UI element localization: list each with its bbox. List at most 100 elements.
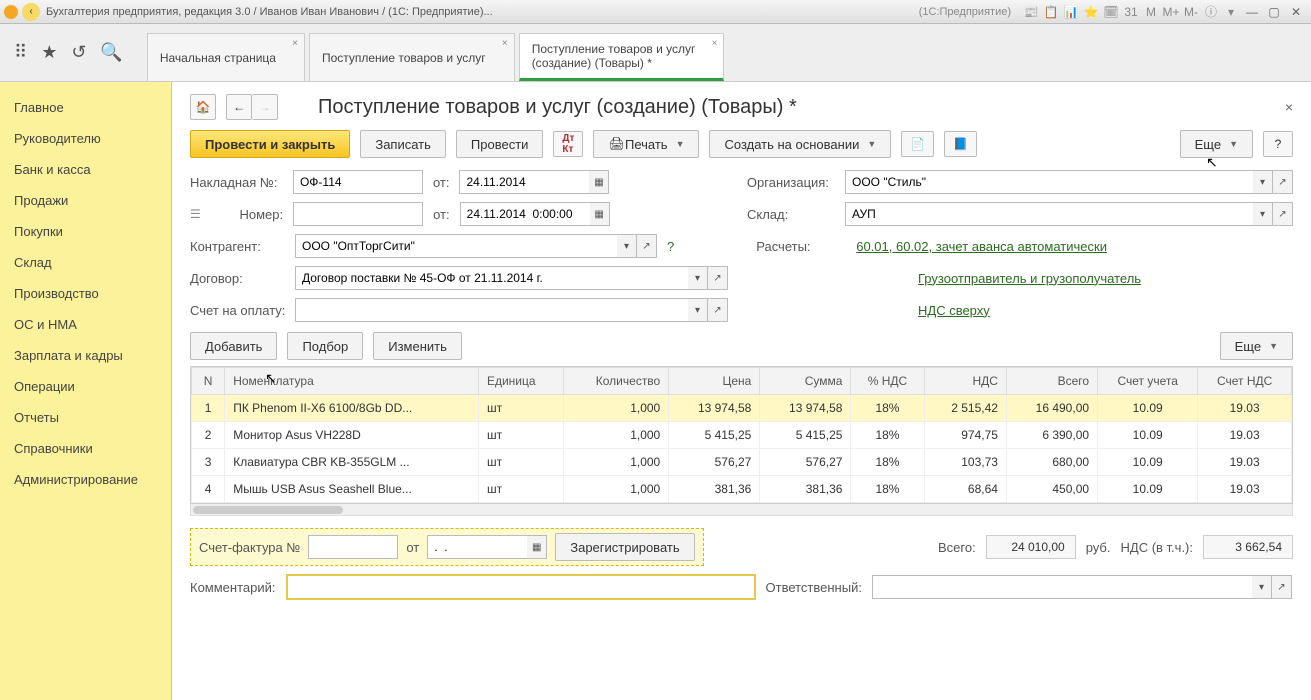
tab[interactable]: Поступление товаров и услуг× [309,33,515,81]
minimize-icon[interactable]: — [1241,4,1263,20]
column-header[interactable]: Номенклатура [225,368,479,395]
open-icon[interactable]: ↗ [708,266,728,290]
edit-button[interactable]: Изменить [373,332,462,360]
table-cell[interactable]: 974,75 [924,422,1006,449]
sidebar-item[interactable]: Администрирование [0,464,171,495]
table-row[interactable]: 2Монитор Asus VH228Dшт1,0005 415,255 415… [192,422,1292,449]
column-header[interactable]: Цена [669,368,760,395]
column-header[interactable]: НДС [924,368,1006,395]
calc-link[interactable]: 60.01, 60.02, зачет аванса автоматически [856,239,1107,254]
sidebar-item[interactable]: Зарплата и кадры [0,340,171,371]
toolbar-icon[interactable]: ⓘ [1203,3,1219,19]
sidebar-item[interactable]: Покупки [0,216,171,247]
h-scrollbar[interactable] [190,504,1293,516]
tab-close-icon[interactable]: × [502,38,508,49]
shipper-consignee-link[interactable]: Грузоотправитель и грузополучатель [918,271,1141,286]
calendar-icon[interactable]: ▦ [590,202,610,226]
contract-input[interactable] [295,266,688,290]
page-close-button[interactable]: × [1285,99,1293,115]
table-cell[interactable]: 381,36 [760,476,851,503]
table-cell[interactable]: 2 515,42 [924,395,1006,422]
table-cell[interactable]: 19.03 [1198,476,1292,503]
table-cell[interactable]: ПК Phenom II-X6 6100/8Gb DD... [225,395,479,422]
dt-kt-button[interactable]: ДтКт [553,131,583,157]
sf-date-input[interactable] [427,535,527,559]
toolbar-icon[interactable]: 📊 [1063,4,1079,20]
vat-above-link[interactable]: НДС сверху [918,303,990,318]
tab[interactable]: Начальная страница× [147,33,305,81]
register-button[interactable]: Зарегистрировать [555,533,694,561]
table-cell[interactable]: 1,000 [563,476,668,503]
topbar-icon[interactable]: 🔍 [100,42,122,63]
table-cell[interactable]: шт [478,476,563,503]
post-button[interactable]: Провести [456,130,544,158]
open-icon[interactable]: ↗ [1273,202,1293,226]
table-cell[interactable]: 5 415,25 [669,422,760,449]
sidebar-item[interactable]: Отчеты [0,402,171,433]
topbar-icon[interactable]: ↺ [71,42,86,63]
dropdown-icon[interactable]: ▾ [1253,170,1273,194]
post-and-close-button[interactable]: Провести и закрыть [190,130,350,158]
table-cell[interactable]: 1,000 [563,422,668,449]
toolbar-icon[interactable]: 📋 [1043,4,1059,20]
table-cell[interactable]: 19.03 [1198,422,1292,449]
table-cell[interactable]: 1 [192,395,225,422]
calendar-icon[interactable]: ▦ [527,535,547,559]
table-cell[interactable]: шт [478,395,563,422]
column-header[interactable]: Единица [478,368,563,395]
table-cell[interactable]: 10.09 [1098,476,1198,503]
invoice-for-payment-input[interactable] [295,298,688,322]
scrollbar-thumb[interactable] [193,506,343,514]
table-cell[interactable]: 2 [192,422,225,449]
dropdown-icon[interactable]: ▾ [688,266,708,290]
sidebar-item[interactable]: Операции [0,371,171,402]
toolbar-icon[interactable]: 31 [1123,4,1139,20]
dropdown-icon[interactable]: ▾ [1253,202,1273,226]
table-row[interactable]: 3Клавиатура CBR KB-355GLM ...шт1,000576,… [192,449,1292,476]
table-cell[interactable]: 103,73 [924,449,1006,476]
table-cell[interactable]: 13 974,58 [669,395,760,422]
table-cell[interactable]: 18% [851,422,924,449]
warehouse-input[interactable] [845,202,1253,226]
tab-close-icon[interactable]: × [712,38,718,49]
home-button[interactable]: 🏠 [190,94,216,120]
help-link[interactable]: ? [667,239,674,254]
sidebar-item[interactable]: Справочники [0,433,171,464]
dropdown-icon[interactable]: ▾ [688,298,708,322]
sidebar-item[interactable]: Производство [0,278,171,309]
table-cell[interactable]: 1,000 [563,449,668,476]
open-icon[interactable]: ↗ [708,298,728,322]
table-cell[interactable]: Мышь USB Asus Seashell Blue... [225,476,479,503]
table-cell[interactable]: шт [478,422,563,449]
table-cell[interactable]: 10.09 [1098,422,1198,449]
table-cell[interactable]: шт [478,449,563,476]
pick-button[interactable]: Подбор [287,332,363,360]
table-cell[interactable]: 18% [851,395,924,422]
dropdown-icon[interactable]: ▾ [1223,4,1239,20]
table-row[interactable]: 4Мышь USB Asus Seashell Blue...шт1,00038… [192,476,1292,503]
responsible-input[interactable] [872,575,1252,599]
doc1-icon[interactable]: 📄 [901,131,934,157]
open-icon[interactable]: ↗ [1272,575,1292,599]
sidebar-item[interactable]: ОС и НМА [0,309,171,340]
toolbar-icon[interactable]: ⭐ [1083,4,1099,20]
column-header[interactable]: Количество [563,368,668,395]
table-cell[interactable]: 5 415,25 [760,422,851,449]
table-cell[interactable]: 1,000 [563,395,668,422]
table-cell[interactable]: 381,36 [669,476,760,503]
table-row[interactable]: 1ПК Phenom II-X6 6100/8Gb DD...шт1,00013… [192,395,1292,422]
write-button[interactable]: Записать [360,130,446,158]
create-on-basis-button[interactable]: Создать на основании▼ [709,130,891,158]
table-cell[interactable]: 10.09 [1098,449,1198,476]
column-header[interactable]: Сумма [760,368,851,395]
doc2-icon[interactable]: 📘 [944,131,977,157]
table-cell[interactable]: Клавиатура CBR KB-355GLM ... [225,449,479,476]
org-input[interactable] [845,170,1253,194]
table-cell[interactable]: 19.03 [1198,449,1292,476]
sidebar-item[interactable]: Банк и касса [0,154,171,185]
table-cell[interactable]: Монитор Asus VH228D [225,422,479,449]
topbar-icon[interactable]: ★ [41,42,57,63]
column-header[interactable]: Счет НДС [1198,368,1292,395]
table-cell[interactable]: 68,64 [924,476,1006,503]
dropdown-icon[interactable]: ▾ [1252,575,1272,599]
